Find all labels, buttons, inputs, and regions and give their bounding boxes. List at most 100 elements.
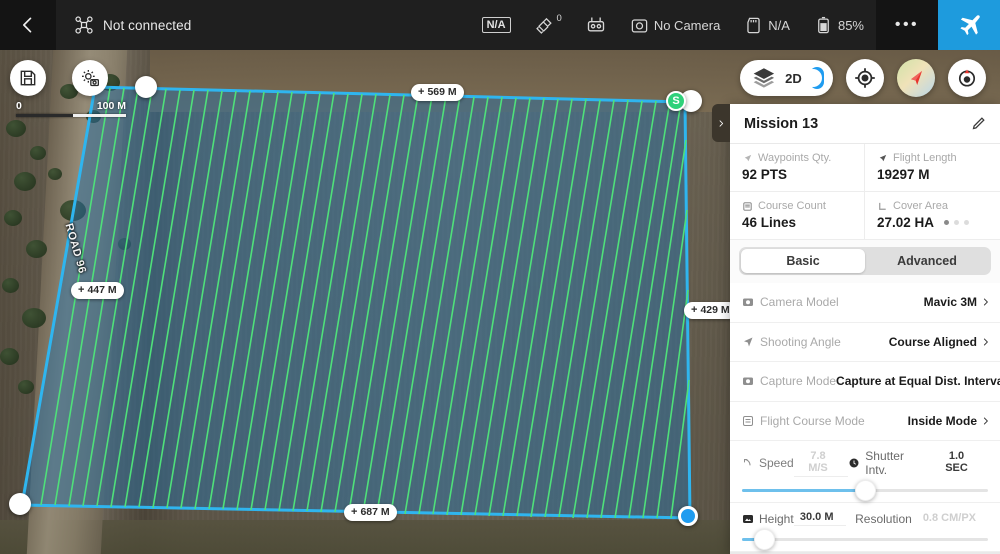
distance-label-bottom[interactable]: + 687 M (344, 504, 397, 521)
map-controls: 2D (740, 59, 986, 97)
row-label: Capture Mode (760, 374, 837, 389)
mission-title: Mission 13 (744, 115, 819, 132)
remote-controller-icon (587, 17, 604, 32)
pencil-icon[interactable] (971, 116, 986, 131)
back-button[interactable] (0, 0, 56, 50)
airplane-icon (960, 15, 980, 36)
mission-settings-button[interactable] (72, 60, 108, 96)
page-indicator-dots (944, 220, 970, 225)
plus-icon: + (418, 86, 425, 98)
scale-max-label: 100 M (96, 100, 126, 112)
stat-course-count: Course Count 46 Lines (730, 192, 865, 240)
view-mode-switch[interactable] (804, 67, 824, 89)
speed-value[interactable]: 7.8 M/S (793, 450, 849, 477)
rc-signal-label: N/A (481, 16, 511, 34)
polygon-vertex-nw[interactable] (135, 76, 157, 98)
home-point-icon (958, 69, 976, 87)
height-icon (743, 514, 753, 523)
speed-label-group: Speed (742, 456, 794, 470)
speed-label: Speed (759, 456, 794, 470)
stat-flight-length: Flight Length 19297 M (865, 144, 1000, 192)
map-scale-bar: 0 100 M (16, 100, 126, 117)
row-label-group: Camera Model (742, 295, 839, 309)
row-camera-model[interactable]: Camera Model Mavic 3M (730, 283, 1000, 323)
row-shooting-angle[interactable]: Shooting Angle Course Aligned (730, 323, 1000, 362)
resolution-label-group: Resolution 0.8 CM/PX (855, 512, 988, 526)
distance-value: 687 M (360, 506, 390, 518)
polygon-vertex-sw[interactable] (9, 493, 31, 515)
scale-min-label: 0 (16, 100, 22, 112)
row-flight-course-mode[interactable]: Flight Course Mode Inside Mode (730, 402, 1000, 441)
settings-rows: Camera Model Mavic 3M Shooting Angle Cou… (730, 283, 1000, 441)
speed-slider-row[interactable]: Speed 7.8 M/S Shutter Intv. 1.0 SEC (730, 441, 1000, 503)
stat-cover-area: Cover Area 27.02 HA (865, 192, 1000, 240)
plus-icon: + (78, 284, 85, 296)
compass-navigation-icon (911, 71, 922, 85)
camera-status-label: No Camera (653, 17, 721, 33)
home-point-button[interactable] (948, 59, 986, 97)
save-mission-button[interactable] (10, 60, 46, 96)
camera-icon (743, 298, 753, 307)
stat-label: Waypoints Qty. (758, 152, 832, 164)
speed-slider-track[interactable] (742, 480, 988, 501)
speed-slider-knob[interactable] (855, 480, 876, 501)
row-value: Course Aligned (888, 334, 977, 349)
area-icon (879, 202, 886, 210)
compass-button[interactable] (897, 59, 935, 97)
tab-advanced[interactable]: Advanced (865, 249, 989, 273)
drone-connection-status[interactable]: Not connected (56, 15, 191, 35)
camera-icon (631, 18, 648, 32)
mission-start-marker[interactable]: S (666, 91, 686, 111)
remote-controller-status[interactable] (574, 0, 618, 50)
stat-label-row: Cover Area (877, 200, 990, 212)
stat-label-row: Waypoints Qty. (742, 152, 854, 164)
drone-icon (75, 16, 93, 34)
height-slider-row[interactable]: Height 30.0 M Resolution 0.8 CM/PX (730, 503, 1000, 552)
distance-label-top[interactable]: + 569 M (411, 84, 464, 101)
rc-signal-status[interactable]: N/A (470, 0, 523, 50)
distance-label-left[interactable]: + 447 M (71, 282, 124, 299)
mission-end-marker[interactable] (678, 506, 698, 526)
stat-waypoints-qty: Waypoints Qty. 92 PTS (730, 144, 865, 192)
camera-status[interactable]: No Camera (618, 0, 732, 50)
shutter-label-group: Shutter Intv. 1.0 SEC (848, 449, 988, 477)
gear-camera-icon (82, 70, 99, 87)
camera-icon (743, 377, 753, 386)
stat-value: 27.02 HA (877, 215, 935, 230)
battery-level-label: 85% (837, 17, 864, 33)
start-flight-button[interactable] (938, 0, 1000, 50)
storage-status[interactable]: N/A (732, 0, 802, 50)
more-options-button[interactable]: ••• (876, 0, 938, 50)
angle-icon (744, 337, 753, 347)
row-capture-mode[interactable]: Capture Mode Capture at Equal Dist. Inte… (730, 362, 1000, 402)
stat-value-row: 27.02 HA (877, 215, 990, 230)
row-value: Mavic 3M (923, 295, 977, 310)
height-slider-track[interactable] (742, 529, 988, 550)
drone-mission-planner: S + 569 M + 447 M + 429 M + 687 M ROAD 9… (0, 0, 1000, 554)
locate-button[interactable] (846, 59, 884, 97)
chevron-left-icon (23, 17, 32, 33)
lines-icon (743, 201, 752, 211)
plus-icon: + (691, 304, 698, 316)
panel-collapse-button[interactable] (712, 104, 730, 142)
top-status-bar: Not connected N/A 0 No Camera N/A 85% ••… (0, 0, 1000, 50)
distance-value: 569 M (427, 86, 457, 98)
row-label-group: Flight Course Mode (742, 414, 865, 428)
chevron-right-icon (983, 417, 988, 425)
battery-status[interactable]: 85% (802, 0, 876, 50)
tab-basic[interactable]: Basic (741, 249, 865, 273)
height-label: Height (759, 511, 794, 526)
gps-count-label: 0 (556, 13, 562, 24)
height-label-group: Height (742, 512, 794, 526)
distance-label-right[interactable]: + 429 M (684, 302, 737, 319)
row-value: Inside Mode (907, 413, 977, 428)
height-slider-knob[interactable] (754, 529, 776, 550)
resolution-label: Resolution (855, 511, 912, 526)
height-value[interactable]: 30.0 M (793, 511, 846, 526)
gps-status[interactable]: 0 (523, 0, 574, 50)
basic-advanced-tabs: Basic Advanced (739, 247, 991, 275)
battery-icon (818, 16, 829, 33)
view-mode-toggle[interactable]: 2D (740, 60, 833, 96)
waypoint-icon (744, 154, 752, 161)
plus-icon: + (351, 506, 358, 518)
